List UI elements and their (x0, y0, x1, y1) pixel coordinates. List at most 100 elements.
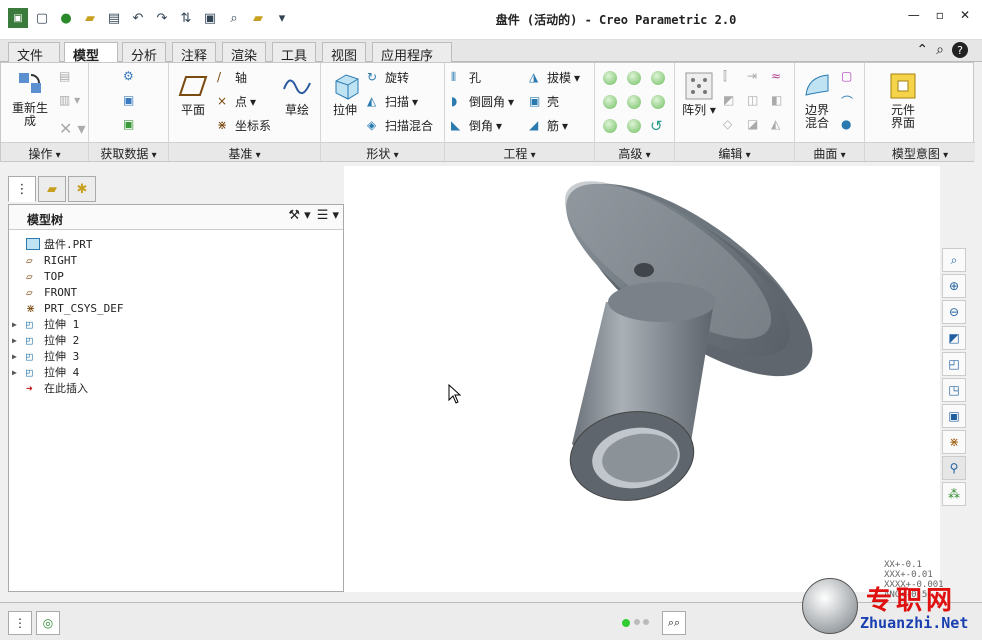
group-label-shapes[interactable]: 形状 (321, 142, 444, 161)
revolve-button[interactable]: ↻ 旋转 (367, 69, 409, 86)
mirror-icon[interactable]: ⫿ (723, 69, 727, 84)
extend-icon[interactable]: ⇥ (747, 69, 757, 83)
delete-icon[interactable]: ✕ ▾ (59, 119, 86, 138)
trim-icon[interactable]: ◫ (747, 93, 758, 107)
group-label-advanced[interactable]: 高级 (595, 142, 674, 161)
csys-button[interactable]: ⋇ 坐标系 (217, 117, 271, 134)
swept-blend-button[interactable]: ◈ 扫描混合 (367, 117, 433, 134)
group-label-get-data[interactable]: 获取数据 (89, 142, 168, 161)
advanced-feature-icon[interactable] (603, 71, 617, 85)
spinal-bend-icon[interactable]: ↺ (650, 117, 663, 135)
tab-analysis[interactable]: 分析 (122, 42, 166, 64)
point-button[interactable]: × 点 ▾ (217, 93, 256, 110)
tree-node-datum-plane[interactable]: ▱ FRONT (12, 284, 123, 300)
regenerate-button[interactable]: 重新生 成 (7, 69, 53, 128)
group-label-datum[interactable]: 基准 (169, 142, 320, 161)
group-label-operations[interactable]: 操作 (1, 142, 88, 161)
display-style-icon[interactable]: ◰ (942, 352, 966, 376)
tab-view[interactable]: 视图 (322, 42, 366, 64)
advanced-feature-icon[interactable] (627, 71, 641, 85)
tree-node-extrude[interactable]: ▶ ◰ 拉伸 2 (12, 332, 123, 348)
advanced-feature-icon[interactable] (651, 71, 665, 85)
expand-icon[interactable]: ▶ (12, 368, 22, 377)
copy-geometry-icon[interactable]: ▣ (123, 93, 134, 107)
tree-node-insert-here[interactable]: ➜ 在此插入 (12, 380, 123, 396)
expand-icon[interactable]: ▶ (12, 352, 22, 361)
pattern-button[interactable]: 阵列 ▾ (681, 71, 717, 117)
restore-icon[interactable]: ▫ (936, 8, 944, 22)
sweep-button[interactable]: ◭ 扫描 ▾ (367, 93, 418, 110)
navigator-toggle-icon[interactable]: ⋮ (8, 611, 32, 635)
shrinkwrap-icon[interactable]: ▣ (123, 117, 134, 131)
sketch-button[interactable]: 草绘 (279, 71, 315, 117)
chamfer-button[interactable]: ◣ 倒角 ▾ (451, 117, 502, 134)
rib-button[interactable]: ◢ 筋 ▾ (529, 117, 568, 134)
model-tree-tab-icon[interactable]: ⋮ (8, 176, 36, 202)
tree-node-extrude[interactable]: ▶ ◰ 拉伸 3 (12, 348, 123, 364)
show-icon[interactable]: ☰ ▾ (317, 208, 339, 223)
tab-render[interactable]: 渲染 (222, 42, 266, 64)
draft-button[interactable]: ◮ 拔模 ▾ (529, 69, 580, 86)
project-icon[interactable]: ≈ (771, 69, 781, 83)
shell-button[interactable]: ▣ 壳 (529, 93, 559, 110)
tree-node-part[interactable]: 盘件.PRT (12, 236, 123, 252)
axis-button[interactable]: / 轴 (217, 69, 247, 86)
freestyle-icon[interactable]: ● (841, 117, 851, 131)
group-label-editing[interactable]: 编辑 (675, 142, 794, 161)
collapse-ribbon-icon[interactable]: ⌃ (916, 42, 928, 58)
fill-icon[interactable]: ▢ (841, 69, 852, 83)
offset-icon[interactable]: ◧ (771, 93, 782, 107)
zoom-out-icon[interactable]: ⊖ (942, 300, 966, 324)
folder-browser-tab-icon[interactable]: ▰ (38, 176, 66, 202)
tree-node-datum-plane[interactable]: ▱ TOP (12, 268, 123, 284)
browser-toggle-icon[interactable]: ◎ (36, 611, 60, 635)
tab-annotate[interactable]: 注释 (172, 42, 216, 64)
tab-tools[interactable]: 工具 (272, 42, 316, 64)
find-icon[interactable]: ⌕⌕ (662, 611, 686, 635)
spin-center-icon[interactable]: ⚲ (942, 456, 966, 480)
advanced-feature-icon[interactable] (603, 95, 617, 109)
part-3d-model[interactable] (344, 166, 940, 592)
copy-icon[interactable]: ▤ (59, 69, 70, 83)
style-icon[interactable]: ⌒ (841, 93, 853, 110)
tab-model[interactable]: 模型 (64, 42, 118, 64)
group-label-surfaces[interactable]: 曲面 (795, 142, 864, 161)
expand-icon[interactable]: ▶ (12, 336, 22, 345)
round-button[interactable]: ◗ 倒圆角 ▾ (451, 93, 514, 110)
component-interface-button[interactable]: 元件 界面 (883, 71, 923, 130)
advanced-feature-icon[interactable] (627, 95, 641, 109)
view-manager-icon[interactable]: ▣ (942, 404, 966, 428)
intersect-icon[interactable]: ◇ (723, 117, 732, 131)
advanced-feature-icon[interactable] (651, 95, 665, 109)
graphics-window[interactable] (344, 166, 940, 592)
repaint-icon[interactable]: ◩ (942, 326, 966, 350)
expand-icon[interactable]: ▶ (12, 320, 22, 329)
close-icon[interactable]: ✕ (960, 8, 970, 22)
annotation-display-icon[interactable]: ⁂ (942, 482, 966, 506)
minimize-icon[interactable]: — (908, 8, 920, 22)
solidify-icon[interactable]: ◪ (747, 117, 758, 131)
tab-file[interactable]: 文件 (8, 42, 60, 64)
thicken-icon[interactable]: ◭ (771, 117, 780, 131)
extrude-button[interactable]: 拉伸 (327, 71, 363, 117)
advanced-feature-icon[interactable] (627, 119, 641, 133)
boundary-blend-button[interactable]: 边界 混合 (799, 71, 835, 130)
user-defined-feature-icon[interactable]: ⚙ (123, 69, 134, 83)
zoom-in-icon[interactable]: ⊕ (942, 274, 966, 298)
favorites-tab-icon[interactable]: ✱ (68, 176, 96, 202)
tree-node-extrude[interactable]: ▶ ◰ 拉伸 4 (12, 364, 123, 380)
datum-display-icon[interactable]: ⋇ (942, 430, 966, 454)
search-icon[interactable]: ⌕ (936, 42, 944, 58)
settings-icon[interactable]: ⚒ ▾ (288, 208, 310, 223)
group-label-engineering[interactable]: 工程 (445, 142, 594, 161)
tree-node-datum-plane[interactable]: ▱ RIGHT (12, 252, 123, 268)
hole-button[interactable]: ⫴ 孔 (451, 69, 481, 86)
help-icon[interactable]: ? (952, 42, 968, 58)
group-label-model-intent[interactable]: 模型意图 (865, 142, 975, 161)
advanced-feature-icon[interactable] (603, 119, 617, 133)
refit-icon[interactable]: ⌕ (942, 248, 966, 272)
paste-icon[interactable]: ▥ ▾ (59, 93, 80, 107)
saved-views-icon[interactable]: ◳ (942, 378, 966, 402)
plane-button[interactable]: 平面 (175, 71, 211, 117)
merge-icon[interactable]: ◩ (723, 93, 734, 107)
